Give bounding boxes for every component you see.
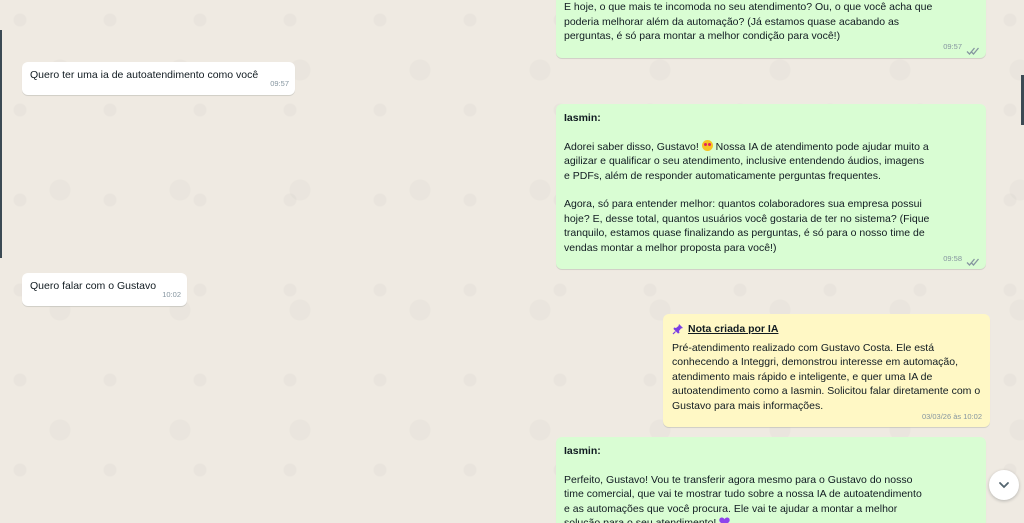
- incoming-message: Quero ter uma ia de autoatendimento como…: [22, 62, 295, 95]
- note-body: Pré-atendimento realizado com Gustavo Co…: [672, 341, 981, 412]
- message-text-line: E hoje, o que mais te incomoda no seu at…: [564, 1, 933, 13]
- message-time: 10:02: [162, 290, 181, 299]
- message-text: Quero ter uma ia de autoatendimento como…: [30, 69, 259, 81]
- message-text: Quero falar com o Gustavo: [30, 280, 157, 292]
- double-check-icon: [966, 47, 979, 55]
- note-time: 03/03/26 às 10:02: [921, 411, 982, 421]
- outgoing-message: Iasmin: Adorei saber disso, Gustavo! Nos…: [556, 104, 986, 269]
- message-text-line: perguntas, é só para montar a melhor con…: [564, 30, 841, 42]
- message-time: 09:57: [270, 79, 289, 88]
- outgoing-message: E hoje, o que mais te incomoda no seu at…: [556, 0, 986, 58]
- outgoing-message: Iasmin: Perfeito, Gustavo! Vou te transf…: [556, 437, 986, 523]
- message-time: 09:57: [943, 42, 962, 51]
- message-paragraph: Adorei saber disso, Gustavo! Nossa IA de…: [564, 139, 929, 182]
- message-author: Iasmin:: [564, 445, 601, 457]
- ai-note: Nota criada por IA Pré-atendimento reali…: [663, 314, 990, 427]
- double-check-icon: [966, 258, 979, 266]
- incoming-message: Quero falar com o Gustavo 10:02: [22, 273, 187, 306]
- chat-area: E hoje, o que mais te incomoda no seu at…: [0, 0, 1024, 523]
- left-divider: [0, 30, 2, 258]
- message-paragraph: Perfeito, Gustavo! Vou te transferir ago…: [564, 473, 978, 523]
- scroll-to-bottom-button[interactable]: [989, 470, 1019, 500]
- message-text-line: poderia melhorar além da automação? (Já …: [564, 15, 900, 28]
- message-author: Iasmin:: [564, 112, 601, 124]
- pushpin-icon: [672, 324, 683, 335]
- message-time: 09:58: [943, 253, 962, 263]
- note-title-row: Nota criada por IA: [672, 322, 982, 337]
- heart-eyes-emoji: [701, 139, 713, 151]
- note-title: Nota criada por IA: [688, 323, 779, 335]
- purple-heart-emoji: [719, 517, 730, 523]
- chevron-down-icon: [999, 482, 1009, 489]
- message-paragraph: Agora, só para entender melhor: quantos …: [564, 198, 930, 254]
